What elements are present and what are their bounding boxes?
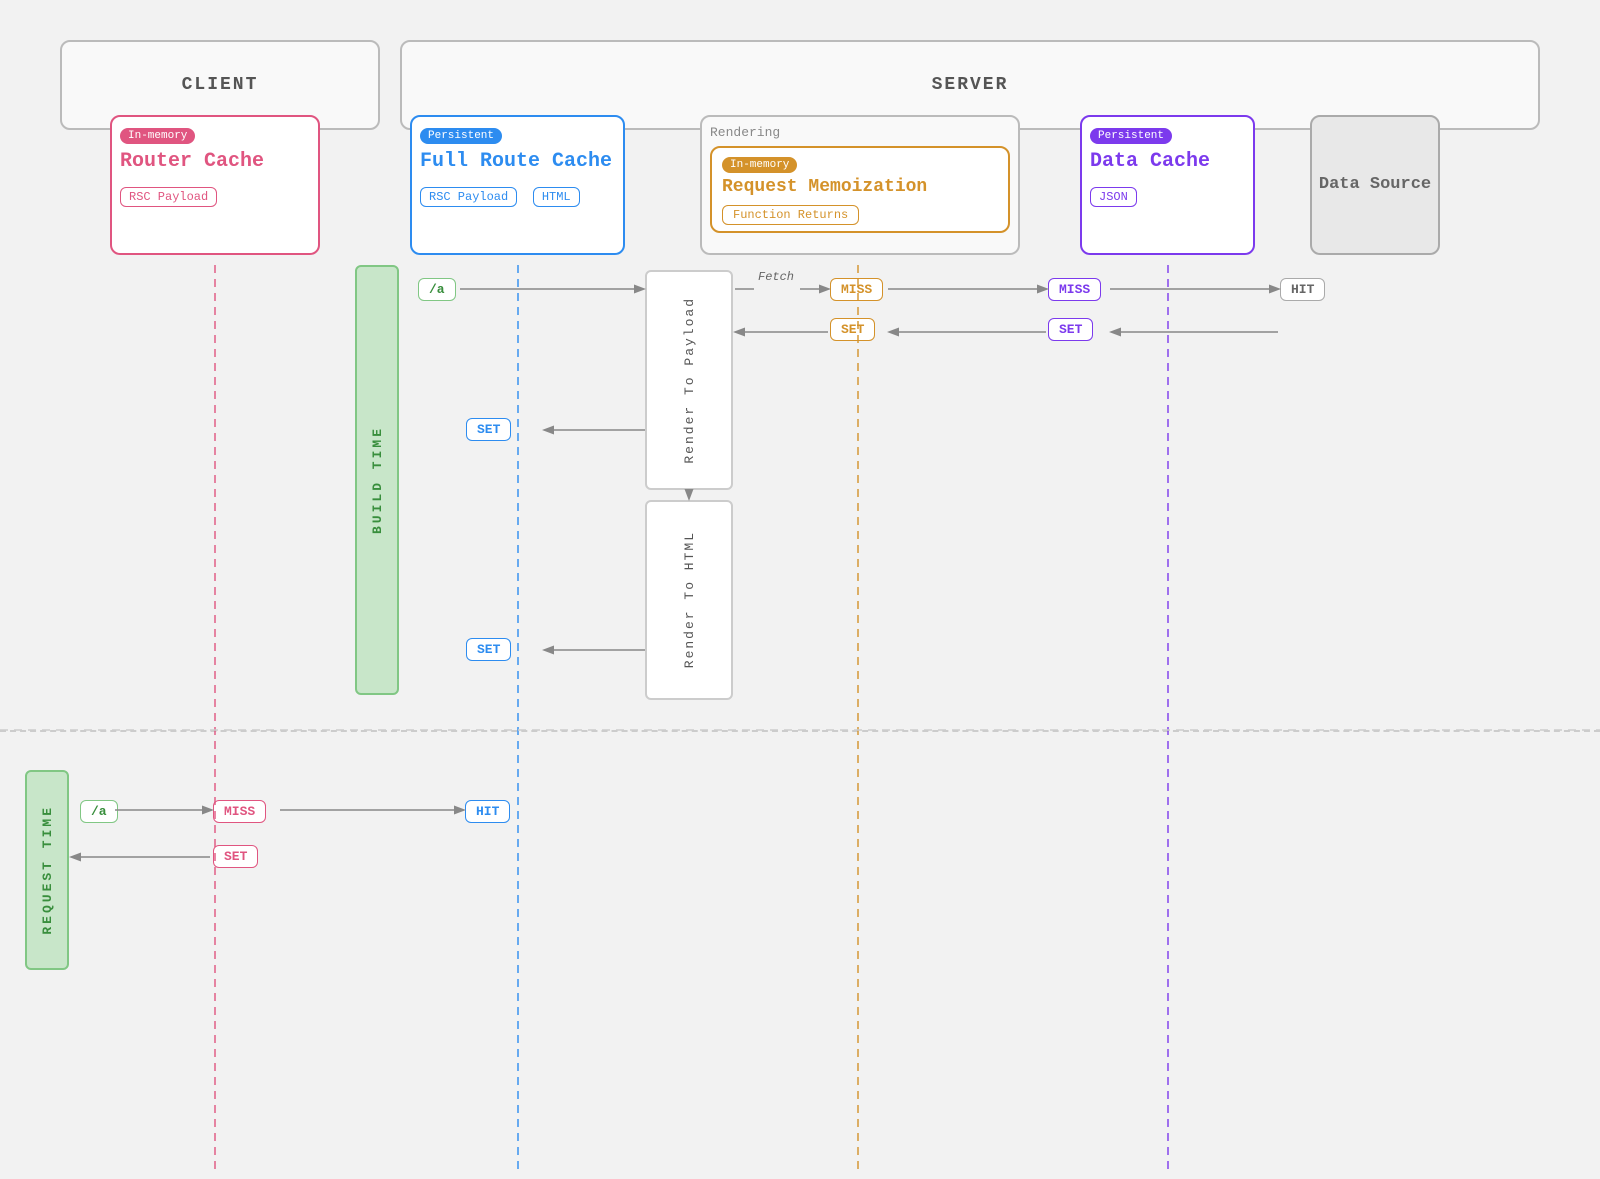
h-divider [0, 730, 1600, 732]
render-html-label: Render To HTML [682, 531, 697, 668]
request-time-label: REQUEST TIME [40, 805, 55, 935]
inmemory-badge-pink: In-memory [120, 128, 195, 144]
server-label: SERVER [932, 75, 1009, 95]
slash-a-tag-build: /a [418, 278, 456, 301]
render-html-box: Render To HTML [645, 500, 733, 700]
request-time-bar: REQUEST TIME [25, 770, 69, 970]
request-memo-outer: Rendering In-memory Request Memoization … [700, 115, 1020, 255]
inmemory-badge-orange: In-memory [722, 157, 797, 173]
rsc-payload-badge-pink: RSC Payload [120, 187, 217, 207]
build-time-bar: BUILD TIME [355, 265, 399, 695]
data-source-box: Data Source [1310, 115, 1440, 255]
render-payload-box: Render To Payload [645, 270, 733, 490]
rendering-label: Rendering [710, 125, 1010, 140]
slash-a-tag-request: /a [80, 800, 118, 823]
hit-gray-tag: HIT [1280, 278, 1325, 301]
request-memo-box: In-memory Request Memoization Function R… [710, 146, 1010, 233]
full-route-cache-box: Persistent Full Route Cache RSC Payload … [410, 115, 625, 255]
router-cache-box: In-memory Router Cache RSC Payload [110, 115, 320, 255]
miss-pink-tag: MISS [213, 800, 266, 823]
rsc-payload-badge-blue: RSC Payload [420, 187, 517, 207]
set-purple-tag: SET [1048, 318, 1093, 341]
set-blue-tag-html: SET [466, 638, 511, 661]
render-payload-label: Render To Payload [682, 297, 697, 464]
persistent-badge-blue: Persistent [420, 128, 502, 144]
diagram-container: CLIENT SERVER In-memory Router Cache RSC… [0, 0, 1600, 1179]
miss-orange-tag: MISS [830, 278, 883, 301]
data-cache-box: Persistent Data Cache JSON [1080, 115, 1255, 255]
function-returns-badge: Function Returns [722, 205, 859, 225]
client-label: CLIENT [182, 75, 259, 95]
data-source-title: Data Source [1319, 174, 1431, 196]
set-orange-tag: SET [830, 318, 875, 341]
html-badge-blue: HTML [533, 187, 580, 207]
persistent-badge-purple: Persistent [1090, 128, 1172, 144]
request-memo-title: Request Memoization [722, 177, 998, 197]
set-blue-tag-payload: SET [466, 418, 511, 441]
set-pink-tag: SET [213, 845, 258, 868]
fetch-label: Fetch [758, 270, 794, 284]
build-time-label: BUILD TIME [370, 426, 385, 534]
miss-purple-tag: MISS [1048, 278, 1101, 301]
data-cache-title: Data Cache [1090, 150, 1245, 173]
json-badge-purple: JSON [1090, 187, 1137, 207]
hit-blue-tag: HIT [465, 800, 510, 823]
router-cache-title: Router Cache [120, 150, 310, 173]
full-route-title: Full Route Cache [420, 150, 615, 173]
